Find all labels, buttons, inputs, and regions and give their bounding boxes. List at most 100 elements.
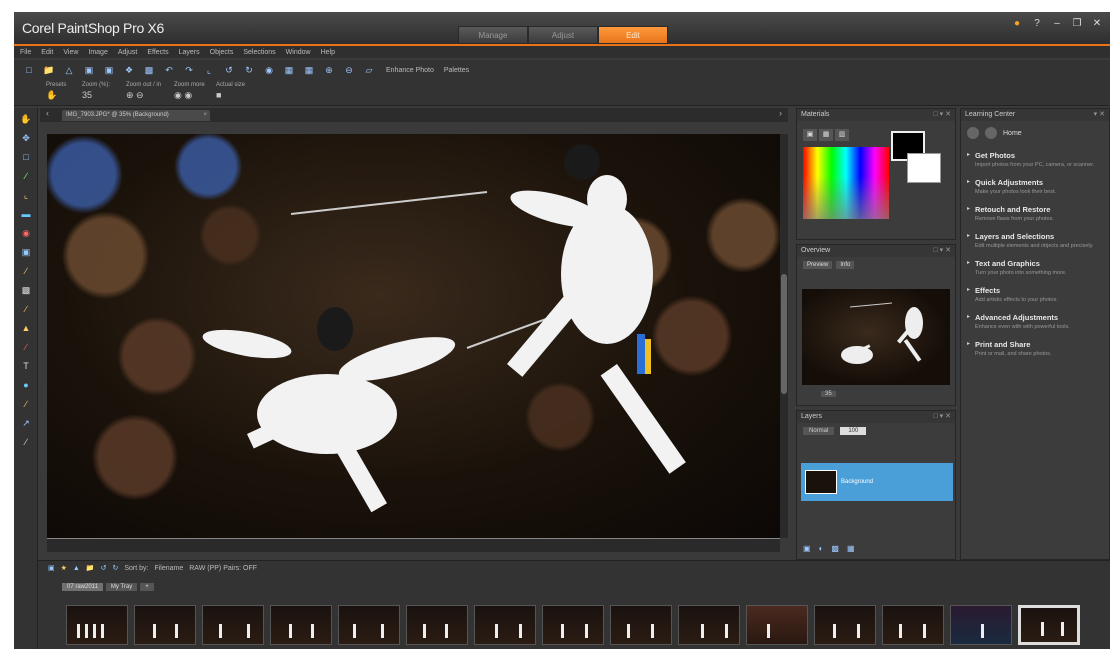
back-icon[interactable] — [967, 127, 979, 139]
menu-file[interactable]: File — [20, 49, 31, 56]
zoom-percent-option[interactable]: Zoom (%): 35 — [82, 82, 110, 100]
learn-layers-selections[interactable]: ▸ Layers and Selections Edit multiple elem… — [961, 226, 1109, 253]
chevron-left-icon[interactable]: ‹ — [46, 108, 49, 118]
learn-text-graphics[interactable]: ▸ Text and Graphics Turn your photo into s… — [961, 253, 1109, 280]
tab-manage[interactable]: Manage — [458, 26, 528, 44]
browse-icon[interactable]: △ — [62, 64, 76, 76]
tab-preview[interactable]: Preview — [803, 261, 833, 269]
menu-view[interactable]: View — [63, 49, 78, 56]
background-swatch[interactable] — [907, 153, 941, 183]
rating-icon[interactable]: ★ — [61, 564, 67, 572]
panel-controls-icon[interactable]: □ ▾ ✕ — [934, 245, 952, 257]
tab-adjust[interactable]: Adjust — [528, 26, 598, 44]
redo-icon[interactable]: ↷ — [182, 64, 196, 76]
adjust-layer-icon[interactable]: ◐ — [819, 544, 824, 553]
rotate-right-icon[interactable]: ↻ — [112, 564, 118, 572]
shape-tool-icon[interactable]: ● — [17, 377, 35, 393]
swatch-tab-icon[interactable]: ▥ — [835, 129, 849, 141]
clone-tool-icon[interactable]: ▣ — [17, 244, 35, 260]
canvas-scrollbar[interactable] — [780, 134, 788, 538]
pan-tool-icon[interactable]: ✋ — [17, 111, 35, 127]
tab-my-tray[interactable]: My Tray — [105, 583, 138, 591]
canvas-hscroll[interactable] — [47, 538, 780, 552]
globe-icon[interactable]: ◉ — [262, 64, 276, 76]
zoom-out-in-option[interactable]: Zoom out / in ⊕ ⊖ — [126, 82, 161, 101]
print-icon[interactable]: ▩ — [142, 64, 156, 76]
color-spectrum[interactable] — [803, 147, 889, 219]
menu-objects[interactable]: Objects — [210, 49, 234, 56]
fill-tool-icon[interactable]: ▲ — [17, 320, 35, 336]
fit-icon[interactable]: ▦ — [282, 64, 296, 76]
thumbnail-selected[interactable] — [1018, 605, 1080, 645]
user-icon[interactable]: ● — [1010, 18, 1024, 29]
text-tool-icon[interactable]: T — [17, 358, 35, 374]
thumbnail[interactable] — [678, 605, 740, 645]
rainbow-tab-icon[interactable]: ▦ — [819, 129, 833, 141]
minimize-icon[interactable]: – — [1050, 18, 1064, 29]
zoom-out-icon[interactable]: ⊖ — [342, 64, 356, 76]
learn-retouch-restore[interactable]: ▸ Retouch and Restore Remove flaws from yo… — [961, 199, 1109, 226]
warp-tool-icon[interactable]: ↗ — [17, 415, 35, 431]
thumbnail[interactable] — [950, 605, 1012, 645]
palettes-menu[interactable]: Palettes — [444, 67, 469, 74]
chevron-right-icon[interactable]: › — [779, 108, 782, 118]
thumbnail[interactable] — [610, 605, 672, 645]
mask-icon[interactable]: ▩ — [831, 544, 839, 553]
delete-layer-icon[interactable]: ▦ — [847, 544, 855, 553]
brush-tool-icon[interactable]: ∕ — [17, 263, 35, 279]
rotate-left-icon[interactable]: ↺ — [101, 564, 107, 572]
undo-icon[interactable]: ↶ — [162, 64, 176, 76]
raw-filter-select[interactable]: RAW (PP) Pairs: OFF — [189, 565, 257, 572]
thumbnail[interactable] — [202, 605, 264, 645]
full-screen-icon[interactable]: ▦ — [302, 64, 316, 76]
overview-thumbnail[interactable] — [802, 289, 950, 385]
presets-option[interactable]: Presets ✋ — [46, 82, 66, 101]
eraser-tool-icon[interactable]: ▩ — [17, 282, 35, 298]
airbrush-tool-icon[interactable]: ∕ — [17, 434, 35, 450]
picture-tube-tool-icon[interactable]: ∕ — [17, 339, 35, 355]
zoom-more-option[interactable]: Zoom more ◉ ◉ — [174, 82, 205, 101]
menu-layers[interactable]: Layers — [179, 49, 200, 56]
selection-tool-icon[interactable]: □ — [17, 149, 35, 165]
blend-mode-select[interactable]: Normal — [803, 427, 835, 435]
export-icon[interactable]: ▲ — [73, 565, 80, 572]
thumbnail[interactable] — [474, 605, 536, 645]
tag-icon[interactable]: ▣ — [48, 564, 55, 572]
eyedropper-tool-icon[interactable]: ∕ — [17, 168, 35, 184]
sort-select[interactable]: Filename — [154, 565, 183, 572]
image-canvas[interactable] — [47, 134, 780, 538]
thumbnail[interactable] — [814, 605, 876, 645]
save-icon[interactable]: ▣ — [82, 64, 96, 76]
learn-advanced-adjustments[interactable]: ▸ Advanced Adjustments Enhance even with w… — [961, 307, 1109, 334]
enhance-photo-menu[interactable]: Enhance Photo — [386, 67, 434, 74]
panel-controls-icon[interactable]: ▾ ✕ — [1094, 109, 1105, 121]
thumbnail[interactable] — [882, 605, 944, 645]
tab-edit[interactable]: Edit — [598, 26, 668, 44]
menu-adjust[interactable]: Adjust — [118, 49, 137, 56]
new-layer-icon[interactable]: ▣ — [803, 544, 811, 553]
menu-edit[interactable]: Edit — [41, 49, 53, 56]
zoom-in-icon[interactable]: ⊕ — [322, 64, 336, 76]
document-tab[interactable]: IMG_7903.JPG* @ 35% (Background) × — [62, 110, 210, 121]
learn-effects[interactable]: ▸ Effects Add artistic effects to your pho… — [961, 280, 1109, 307]
share-icon[interactable]: ❖ — [122, 64, 136, 76]
overview-zoom-field[interactable]: 35 — [821, 391, 836, 397]
opacity-field[interactable]: 100 — [840, 427, 867, 435]
actual-size-option[interactable]: Actual size ■ — [216, 82, 245, 100]
open-icon[interactable]: 📁 — [42, 64, 56, 76]
thumbnail[interactable] — [406, 605, 468, 645]
thumbnail[interactable] — [338, 605, 400, 645]
thumbnail[interactable] — [542, 605, 604, 645]
menu-window[interactable]: Window — [286, 49, 311, 56]
rotate-left-icon[interactable]: ↺ — [222, 64, 236, 76]
dodge-tool-icon[interactable]: ∕ — [17, 301, 35, 317]
close-icon[interactable]: ✕ — [1090, 18, 1104, 29]
add-tab-icon[interactable]: + — [140, 583, 154, 591]
pen-tool-icon[interactable]: ∕ — [17, 396, 35, 412]
thumbnail[interactable] — [746, 605, 808, 645]
maximize-icon[interactable]: ❐ — [1070, 18, 1084, 29]
crop-icon[interactable]: ⌞ — [202, 64, 216, 76]
home-label[interactable]: Home — [1003, 130, 1022, 137]
learn-print-share[interactable]: ▸ Print and Share Print or mail, and share… — [961, 334, 1109, 361]
crop-tool-icon[interactable]: ⌞ — [17, 187, 35, 203]
